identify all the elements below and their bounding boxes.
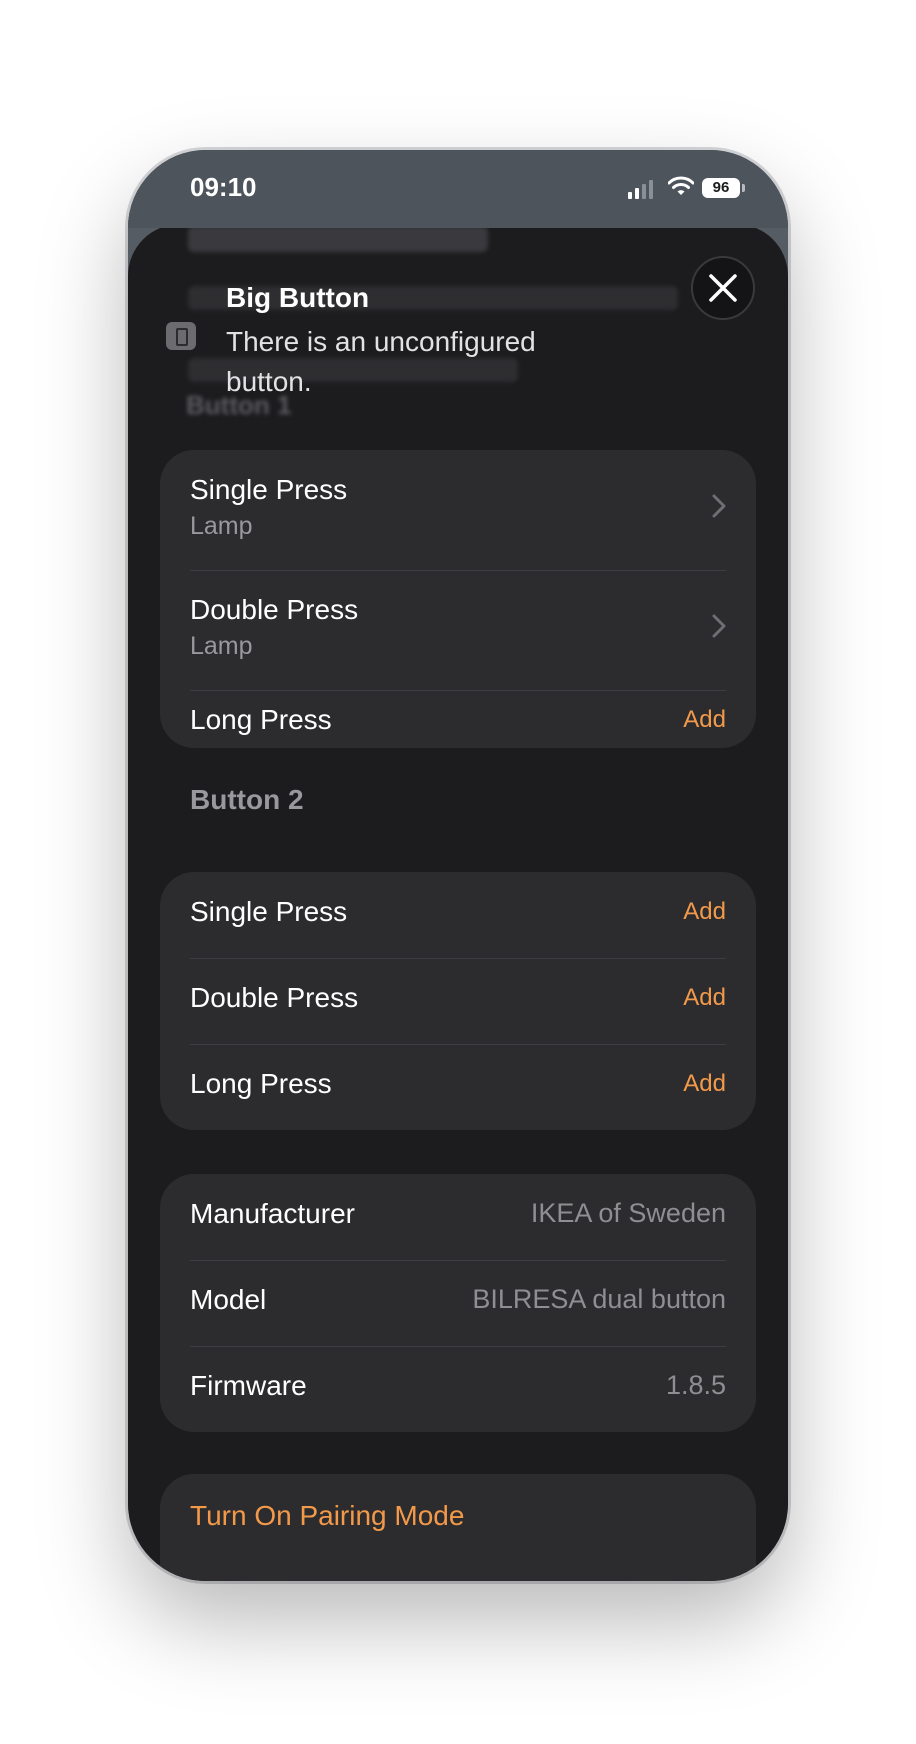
add-button[interactable]: Add (683, 898, 726, 926)
battery-cap (742, 184, 745, 192)
button-device-icon (166, 322, 196, 350)
manufacturer-row: Manufacturer IKEA of Sweden (190, 1174, 726, 1260)
firmware-row: Firmware 1.8.5 (190, 1346, 726, 1432)
row-detail: Lamp (190, 512, 253, 540)
device-status-subtitle: There is an unconfigured button. (226, 326, 536, 397)
row-label: Long Press (190, 1068, 332, 1099)
button-2-long-press-row: Long Press Add (190, 1044, 726, 1130)
cellular-signal-icon (628, 180, 653, 199)
button-1-double-press-row[interactable]: Double Press Lamp (190, 590, 726, 680)
status-bar: 09:10 96 (128, 150, 788, 228)
info-value: 1.8.5 (665, 1370, 726, 1400)
button-1-card: Single Press Lamp Double Press Lamp Long… (160, 450, 756, 748)
blurred-background-text (188, 226, 488, 252)
status-time: 09:10 (190, 172, 257, 202)
row-divider (190, 570, 726, 571)
add-button[interactable]: Add (683, 1070, 726, 1098)
row-label: Long Press (190, 704, 332, 735)
button-1-long-press-row: Long Press Add (190, 690, 726, 748)
turn-on-pairing-mode-button[interactable]: Turn On Pairing Mode (190, 1500, 464, 1532)
info-label: Manufacturer (190, 1198, 355, 1229)
info-value: BILRESA dual button (472, 1284, 726, 1314)
row-label: Double Press (190, 594, 359, 625)
add-button[interactable]: Add (683, 706, 726, 734)
row-label: Double Press (190, 982, 359, 1013)
battery-indicator: 96 (702, 178, 740, 198)
close-icon (709, 274, 737, 302)
chevron-right-icon (712, 494, 726, 518)
info-label: Model (190, 1284, 267, 1315)
add-button[interactable]: Add (683, 984, 726, 1012)
button-2-card: Single Press Add Double Press Add Long P… (160, 872, 756, 1130)
button-1-single-press-row[interactable]: Single Press Lamp (190, 470, 726, 560)
info-value: IKEA of Sweden (530, 1198, 726, 1228)
device-title: Big Button (226, 282, 370, 313)
row-label: Single Press (190, 896, 348, 927)
info-label: Firmware (190, 1370, 307, 1401)
button-2-single-press-row: Single Press Add (190, 872, 726, 958)
close-button[interactable] (691, 256, 755, 320)
wifi-icon (668, 176, 694, 195)
chevron-right-icon (712, 614, 726, 638)
modal-sheet: Button 1 Big Button There is an unconfig… (128, 224, 788, 1581)
battery-level: 96 (712, 179, 730, 196)
row-detail: Lamp (190, 632, 253, 660)
phone-frame: 09:10 96 Button 1 Big Button There is an… (128, 150, 788, 1581)
button-2-double-press-row: Double Press Add (190, 958, 726, 1044)
model-row: Model BILRESA dual button (190, 1260, 726, 1346)
row-label: Single Press (190, 474, 348, 505)
device-info-card: Manufacturer IKEA of Sweden Model BILRES… (160, 1174, 756, 1432)
button-2-section-title: Button 2 (190, 784, 304, 815)
